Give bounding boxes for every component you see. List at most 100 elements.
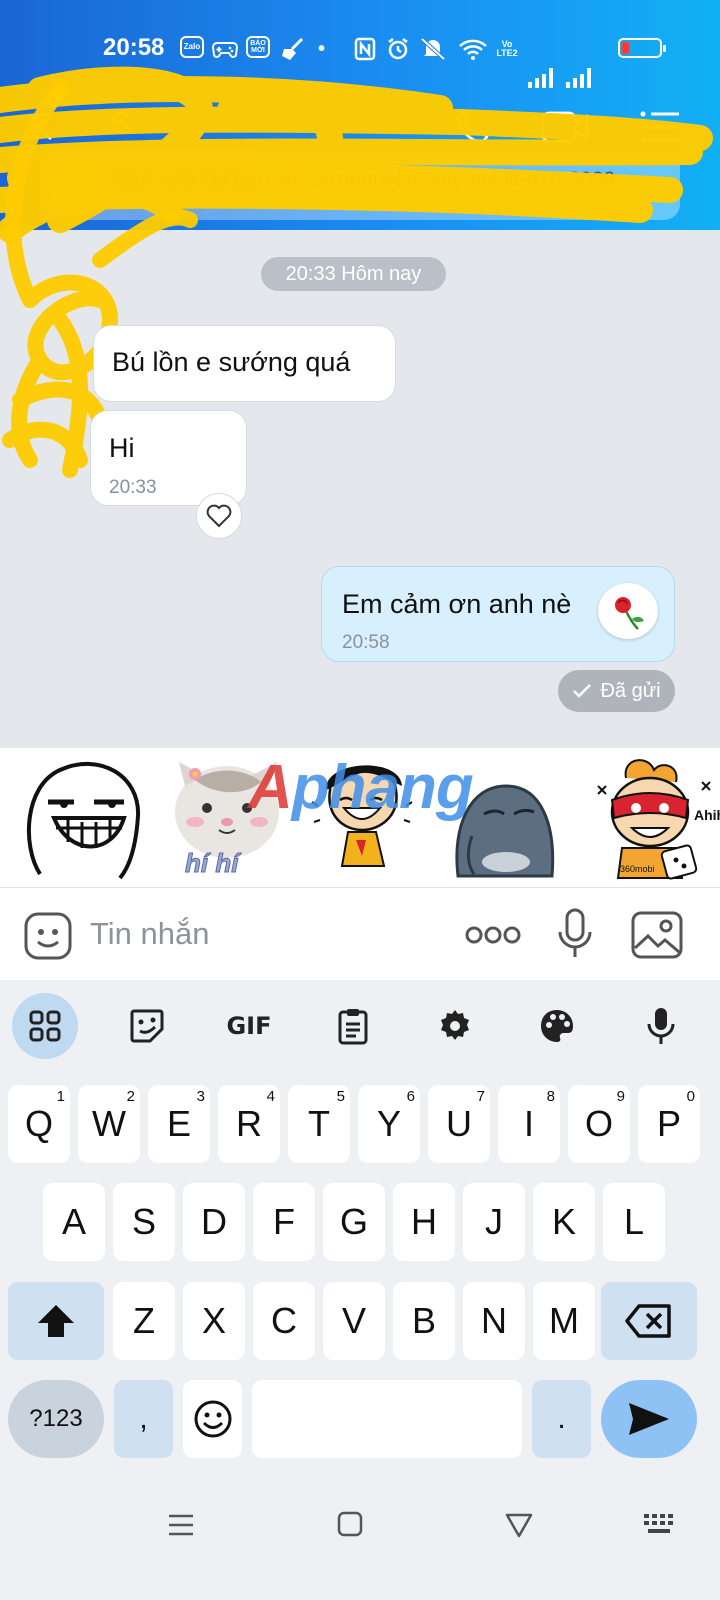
send-key[interactable] (601, 1380, 697, 1458)
key-x[interactable]: X (183, 1282, 245, 1360)
key-label: R (236, 1103, 262, 1144)
sent-status: Đã gửi (558, 670, 675, 712)
key-n[interactable]: N (463, 1282, 525, 1360)
keyboard-gif-button[interactable]: GIF (216, 993, 282, 1059)
more-options-button[interactable] (462, 918, 524, 952)
back-nav-button[interactable] (504, 1510, 534, 1540)
key-number-hint: 5 (336, 1088, 345, 1105)
key-s[interactable]: S (113, 1183, 175, 1261)
key-u[interactable]: U7 (428, 1085, 490, 1163)
emoji-key[interactable] (183, 1380, 242, 1458)
sticker-brand-caption: 360mobi (620, 864, 655, 874)
message-reaction-button[interactable] (598, 583, 658, 639)
recents-button[interactable] (166, 1510, 196, 1540)
incoming-message-bubble[interactable]: Bú lồn e sướng quá (93, 325, 396, 402)
video-camera-icon (541, 111, 589, 143)
space-key[interactable] (252, 1380, 522, 1458)
key-j[interactable]: J (463, 1183, 525, 1261)
gear-icon (441, 1010, 469, 1040)
top-bar: 20:58 Zalo BÁO MỚI • Vo LTE2 S Bạn vừa k… (0, 0, 720, 230)
photo-button[interactable] (630, 910, 684, 960)
key-v[interactable]: V (323, 1282, 385, 1360)
masked-boy-sticker[interactable]: Ahih 360mobi (592, 756, 720, 880)
key-q[interactable]: Q1 (8, 1085, 70, 1163)
key-g[interactable]: G (323, 1183, 385, 1261)
triangle-back-icon (505, 1513, 533, 1538)
key-p[interactable]: P0 (638, 1085, 700, 1163)
nfc-icon (354, 36, 376, 62)
key-label: U (446, 1103, 472, 1144)
voice-message-button[interactable] (555, 906, 595, 962)
friend-added-banner[interactable]: Bạn vừa kết bạn với Sơnnguyễn-lvhy-mv-lt… (40, 150, 680, 220)
key-label: O (584, 1103, 613, 1144)
palette-icon (541, 1010, 573, 1042)
key-label: W (92, 1103, 126, 1144)
baomoi-notification-icon: BÁO MỚI (246, 36, 270, 58)
more-notifications-dot-icon: • (318, 37, 326, 60)
contact-name[interactable]: S (110, 107, 130, 141)
comma-key[interactable]: , (114, 1380, 173, 1458)
keyboard-clipboard-button[interactable] (320, 993, 386, 1059)
keyboard-voice-button[interactable] (628, 993, 694, 1059)
back-arrow-icon (35, 113, 53, 141)
key-o[interactable]: O9 (568, 1085, 630, 1163)
key-e[interactable]: E3 (148, 1085, 210, 1163)
shift-key[interactable] (8, 1282, 104, 1360)
image-icon (631, 911, 683, 959)
symbols-key[interactable]: ?123 (8, 1380, 104, 1458)
key-label: I (523, 1103, 534, 1144)
shift-arrow-icon (38, 1305, 74, 1337)
square-home-icon (337, 1511, 363, 1537)
key-k[interactable]: K (533, 1183, 595, 1261)
key-a[interactable]: A (43, 1183, 105, 1261)
key-h[interactable]: H (393, 1183, 455, 1261)
keyboard-hide-button[interactable] (642, 1512, 678, 1538)
chat-menu-button[interactable] (636, 103, 684, 151)
grinning-face-sticker[interactable] (20, 756, 145, 880)
period-key[interactable]: . (532, 1380, 591, 1458)
keyboard-sticker-button[interactable] (114, 993, 180, 1059)
key-b[interactable]: B (393, 1282, 455, 1360)
key-label: T (308, 1103, 330, 1144)
key-t[interactable]: T5 (288, 1085, 350, 1163)
key-z[interactable]: Z (113, 1282, 175, 1360)
phone-icon (455, 110, 489, 144)
video-call-button[interactable] (540, 103, 592, 151)
keyboard-theme-button[interactable] (524, 993, 590, 1059)
wifi-icon (458, 36, 488, 62)
clipboard-icon (338, 1009, 368, 1045)
key-r[interactable]: R4 (218, 1085, 280, 1163)
emoji-sticker-button[interactable] (22, 910, 74, 962)
message-time: 20:33 (109, 477, 157, 498)
key-w[interactable]: W2 (78, 1085, 140, 1163)
key-number-hint: 8 (546, 1088, 555, 1105)
microphone-icon (647, 1008, 675, 1044)
key-i[interactable]: I8 (498, 1085, 560, 1163)
message-input[interactable]: Tin nhắn (90, 916, 210, 952)
key-l[interactable]: L (603, 1183, 665, 1261)
key-c[interactable]: C (253, 1282, 315, 1360)
keyboard-apps-button[interactable] (12, 993, 78, 1059)
key-m[interactable]: M (533, 1282, 595, 1360)
keyboard-settings-button[interactable] (422, 993, 488, 1059)
microphone-icon (558, 908, 592, 957)
game-controller-icon (212, 36, 238, 62)
react-heart-button[interactable] (196, 493, 242, 539)
alarm-icon (386, 36, 410, 62)
back-button[interactable] (22, 103, 70, 151)
backspace-key[interactable] (601, 1282, 697, 1360)
incoming-message-bubble[interactable]: Hi 20:33 (90, 410, 247, 506)
key-label: P (656, 1103, 681, 1144)
message-text: Hi (109, 433, 135, 463)
key-y[interactable]: Y6 (358, 1085, 420, 1163)
key-number-hint: 2 (126, 1088, 135, 1105)
voice-call-button[interactable] (448, 103, 496, 151)
list-menu-icon (640, 111, 679, 143)
message-text: Bú lồn e sướng quá (112, 347, 351, 377)
cleaner-broom-icon (280, 36, 306, 62)
home-button[interactable] (336, 1510, 364, 1538)
key-d[interactable]: D (183, 1183, 245, 1261)
key-f[interactable]: F (253, 1183, 315, 1261)
key-number-hint: 3 (196, 1088, 205, 1105)
watermark-logo: Aphang (248, 753, 474, 822)
